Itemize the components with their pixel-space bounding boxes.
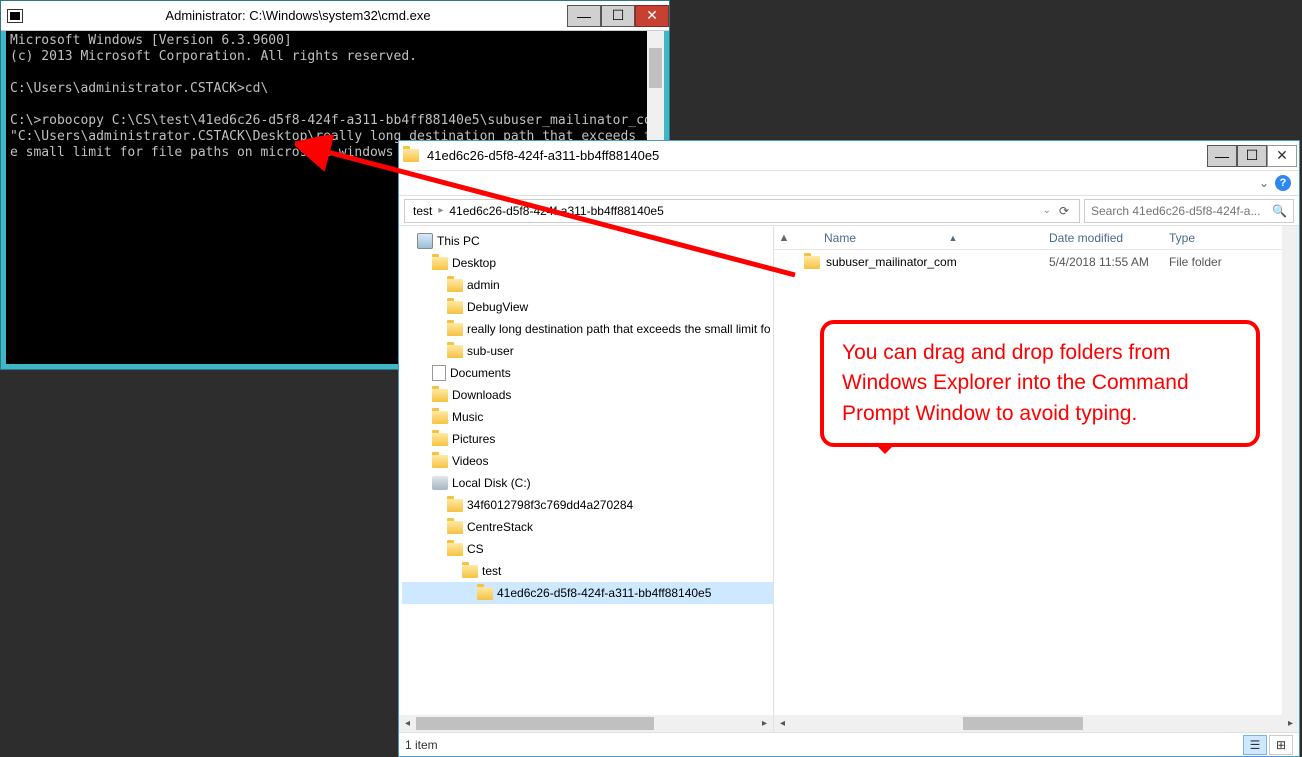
tree-subuser[interactable]: sub-user [402,340,773,362]
col-date[interactable]: Date modified [1049,231,1169,245]
item-count: 1 item [405,738,438,752]
pc-icon [417,233,433,249]
tree-music[interactable]: Music [402,406,773,428]
tree-downloads[interactable]: Downloads [402,384,773,406]
disk-icon [432,476,448,490]
tree-centrestack[interactable]: CentreStack [402,516,773,538]
breadcrumb-test[interactable]: test [409,204,436,218]
close-button[interactable]: ✕ [635,5,669,27]
refresh-icon[interactable]: ⟳ [1053,204,1075,218]
tree-debugview[interactable]: DebugView [402,296,773,318]
item-type: File folder [1169,255,1259,269]
list-header: ▲ Name▲ Date modified Type [774,226,1299,250]
folder-icon [447,521,463,534]
cmd-titlebar[interactable]: Administrator: C:\Windows\system32\cmd.e… [1,1,669,31]
callout-text: You can drag and drop folders from Windo… [842,341,1189,425]
scroll-left-icon[interactable]: ◂ [399,715,416,732]
chevron-down-icon[interactable]: ⌄ [1259,176,1269,190]
help-icon[interactable]: ? [1275,175,1291,191]
folder-icon [447,279,463,292]
item-date: 5/4/2018 11:55 AM [1049,255,1169,269]
ribbon-toggle-bar: ⌄ ? [399,171,1299,196]
videos-icon [432,455,448,468]
chevron-right-icon: ▸ [436,205,445,216]
explorer-window: 41ed6c26-d5f8-424f-a311-bb4ff88140e5 — ☐… [398,140,1300,757]
tree-admin[interactable]: admin [402,274,773,296]
folder-icon [447,543,463,556]
search-box[interactable]: 🔍 [1084,199,1294,223]
tree-scrollbar-h[interactable]: ◂ ▸ [399,715,773,732]
scroll-right-icon[interactable]: ▸ [756,715,773,732]
maximize-button[interactable]: ☐ [601,5,635,27]
pictures-icon [432,433,448,446]
scroll-thumb[interactable] [963,717,1083,730]
list-pane[interactable]: ▲ Name▲ Date modified Type subuser_maili… [774,226,1299,732]
sort-asc-icon: ▲ [946,233,960,243]
icons-view-button[interactable]: ⊞ [1269,735,1293,755]
minimize-button[interactable]: — [1207,145,1237,167]
search-icon[interactable]: 🔍 [1272,204,1287,218]
tree-documents[interactable]: Documents [402,362,773,384]
tree-pictures[interactable]: Pictures [402,428,773,450]
item-name: subuser_mailinator_com [826,255,957,269]
documents-icon [432,365,446,381]
tree-videos[interactable]: Videos [402,450,773,472]
folder-icon [447,499,463,512]
tree-test[interactable]: test [402,560,773,582]
close-button[interactable]: ✕ [1267,145,1297,167]
breadcrumb-guid[interactable]: 41ed6c26-d5f8-424f-a311-bb4ff88140e5 [445,204,667,218]
details-view-button[interactable]: ☰ [1243,735,1267,755]
search-input[interactable] [1091,204,1272,218]
folder-icon [462,565,478,578]
chevron-down-icon[interactable]: ⌄ [1041,205,1053,216]
cmd-icon [7,9,23,23]
tree-localdisk[interactable]: Local Disk (C:) [402,472,773,494]
annotation-callout: You can drag and drop folders from Windo… [820,320,1260,447]
tree-cs[interactable]: CS [402,538,773,560]
scroll-thumb[interactable] [649,48,662,88]
tree-longpath[interactable]: really long destination path that exceed… [402,318,773,340]
folder-icon [804,256,820,269]
statusbar: 1 item ☰ ⊞ [399,732,1299,756]
explorer-titlebar[interactable]: 41ed6c26-d5f8-424f-a311-bb4ff88140e5 — ☐… [399,141,1299,171]
minimize-button[interactable]: — [567,5,601,27]
downloads-icon [432,389,448,402]
folder-icon [447,301,463,314]
folder-icon [477,587,493,600]
tree-this-pc[interactable]: This PC [402,230,773,252]
list-scrollbar-v[interactable] [1282,226,1299,715]
scroll-thumb[interactable] [416,717,654,730]
explorer-title: 41ed6c26-d5f8-424f-a311-bb4ff88140e5 [423,148,1207,163]
address-bar[interactable]: test ▸ 41ed6c26-d5f8-424f-a311-bb4ff8814… [404,199,1080,223]
folder-icon [399,149,423,162]
cmd-title: Administrator: C:\Windows\system32\cmd.e… [29,8,567,23]
tree-pane[interactable]: This PC Desktop admin DebugView really l… [399,226,774,732]
address-bar-row: test ▸ 41ed6c26-d5f8-424f-a311-bb4ff8814… [399,196,1299,226]
folder-icon [432,257,448,270]
list-scrollbar-h[interactable]: ◂ ▸ [774,715,1299,732]
scroll-left-icon[interactable]: ◂ [774,715,791,732]
tree-folder-guid1[interactable]: 34f6012798f3c769dd4a270284 [402,494,773,516]
col-type[interactable]: Type [1169,231,1259,245]
up-arrow-icon[interactable]: ▲ [774,232,794,244]
folder-icon [447,345,463,358]
col-name[interactable]: Name▲ [794,231,1049,245]
folder-icon [447,323,463,336]
tree-folder-guid2[interactable]: 41ed6c26-d5f8-424f-a311-bb4ff88140e5 [402,582,773,604]
list-item[interactable]: subuser_mailinator_com 5/4/2018 11:55 AM… [774,250,1299,274]
music-icon [432,411,448,424]
maximize-button[interactable]: ☐ [1237,145,1267,167]
scroll-right-icon[interactable]: ▸ [1282,715,1299,732]
tree-desktop[interactable]: Desktop [402,252,773,274]
